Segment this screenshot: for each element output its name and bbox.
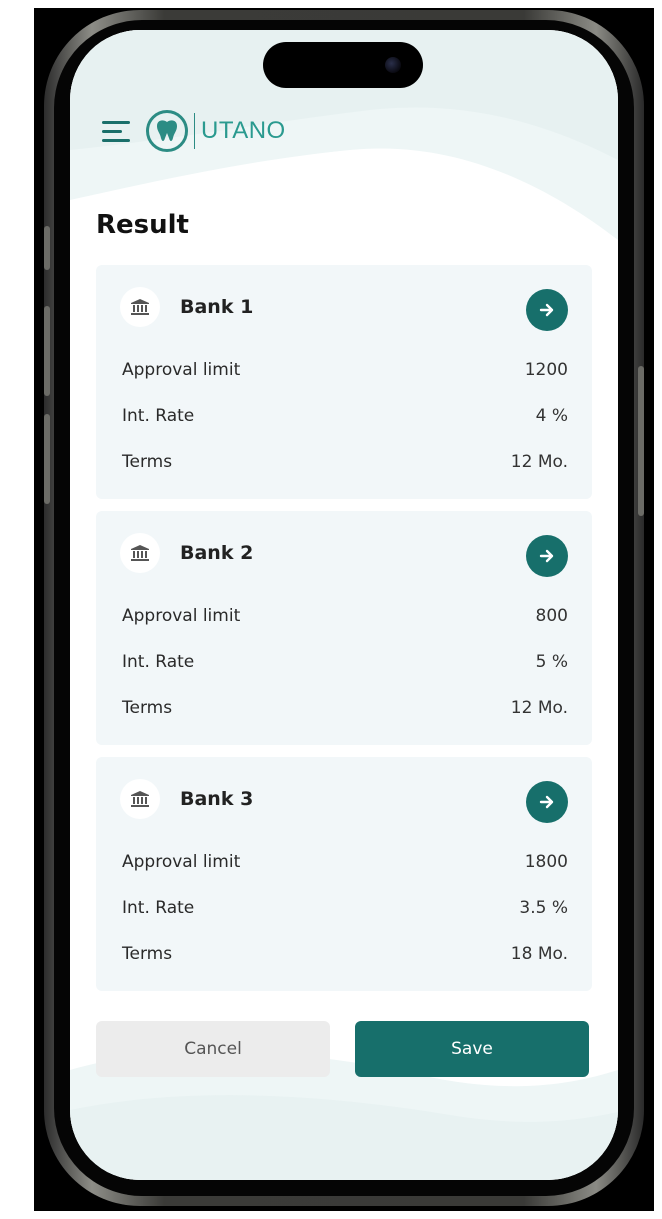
int-rate-label: Int. Rate — [122, 898, 195, 918]
int-rate-label: Int. Rate — [122, 406, 195, 426]
bank-name: Bank 1 — [180, 296, 254, 318]
terms-row: Terms 18 Mo. — [122, 941, 568, 967]
bank-name: Bank 2 — [180, 542, 254, 564]
approval-limit-row: Approval limit 800 — [122, 603, 568, 629]
approval-limit-row: Approval limit 1200 — [122, 357, 568, 383]
bank-card: Bank 2 Approval limit 800 Int. Rate 5 % … — [96, 511, 592, 745]
approval-limit-label: Approval limit — [122, 852, 241, 872]
terms-label: Terms — [122, 698, 173, 718]
cancel-button[interactable]: Cancel — [96, 1021, 330, 1077]
int-rate-value: 4 % — [535, 406, 568, 426]
approval-limit-row: Approval limit 1800 — [122, 849, 568, 875]
app-header: UTANO — [102, 108, 286, 154]
volume-down-button — [44, 414, 50, 504]
bank-card-header: Bank 3 — [120, 779, 253, 819]
camera-icon — [385, 57, 401, 73]
tooth-logo-icon — [146, 110, 188, 152]
bank-card-header: Bank 2 — [120, 533, 253, 573]
approval-limit-label: Approval limit — [122, 360, 241, 380]
int-rate-value: 3.5 % — [519, 898, 568, 918]
terms-value: 12 Mo. — [510, 698, 568, 718]
dynamic-island — [263, 42, 423, 88]
int-rate-row: Int. Rate 5 % — [122, 649, 568, 675]
action-button — [44, 226, 50, 270]
arrow-right-icon[interactable] — [526, 289, 568, 331]
approval-limit-label: Approval limit — [122, 606, 241, 626]
logo-text: UTANO — [201, 117, 286, 144]
approval-limit-value: 1800 — [524, 852, 568, 872]
int-rate-value: 5 % — [535, 652, 568, 672]
save-button[interactable]: Save — [355, 1021, 589, 1077]
bank-card: Bank 1 Approval limit 1200 Int. Rate 4 %… — [96, 265, 592, 499]
volume-up-button — [44, 306, 50, 396]
hamburger-menu-icon[interactable] — [102, 119, 132, 143]
page-title: Result — [96, 210, 189, 240]
bank-card-header: Bank 1 — [120, 287, 253, 327]
approval-limit-value: 1200 — [524, 360, 568, 380]
power-button — [638, 366, 644, 516]
logo-divider — [194, 113, 195, 149]
terms-label: Terms — [122, 452, 173, 472]
app-screen: UTANO Result Bank 1 Approval limit 1200 … — [70, 30, 618, 1180]
terms-label: Terms — [122, 944, 173, 964]
arrow-right-icon[interactable] — [526, 781, 568, 823]
bank-card: Bank 3 Approval limit 1800 Int. Rate 3.5… — [96, 757, 592, 991]
arrow-right-icon[interactable] — [526, 535, 568, 577]
terms-value: 12 Mo. — [510, 452, 568, 472]
int-rate-row: Int. Rate 4 % — [122, 403, 568, 429]
int-rate-row: Int. Rate 3.5 % — [122, 895, 568, 921]
bank-name: Bank 3 — [180, 788, 254, 810]
bank-icon — [120, 287, 160, 327]
terms-row: Terms 12 Mo. — [122, 695, 568, 721]
terms-row: Terms 12 Mo. — [122, 449, 568, 475]
bank-icon — [120, 533, 160, 573]
int-rate-label: Int. Rate — [122, 652, 195, 672]
bank-icon — [120, 779, 160, 819]
approval-limit-value: 800 — [535, 606, 568, 626]
terms-value: 18 Mo. — [510, 944, 568, 964]
